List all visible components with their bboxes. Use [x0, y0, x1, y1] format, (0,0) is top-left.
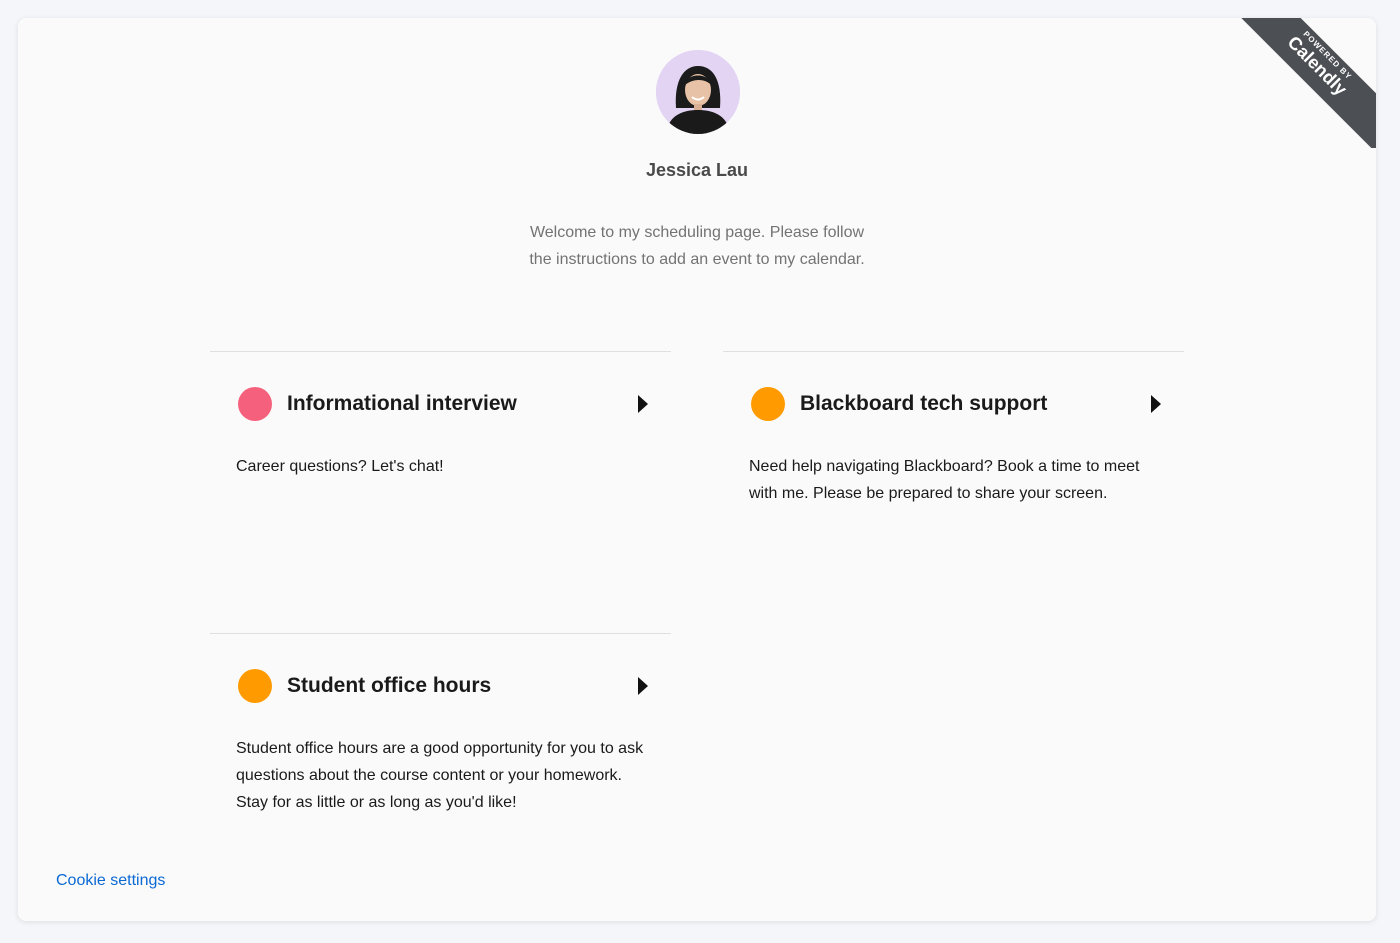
event-card-student-office-hours[interactable]: Student office hours Student office hour…: [210, 633, 671, 873]
avatar: [656, 50, 740, 134]
ribbon-band: POWERED BY Calendly: [1241, 18, 1376, 148]
powered-by-calendly-ribbon[interactable]: POWERED BY Calendly: [1241, 18, 1376, 148]
event-color-dot: [238, 387, 272, 421]
play-arrow-icon[interactable]: [1151, 395, 1161, 413]
event-header[interactable]: Student office hours: [238, 668, 648, 704]
event-title: Informational interview: [287, 392, 517, 415]
event-card-informational-interview[interactable]: Informational interview Career questions…: [210, 351, 671, 633]
event-title: Blackboard tech support: [800, 392, 1048, 415]
event-header[interactable]: Blackboard tech support: [751, 386, 1161, 422]
scheduling-card: POWERED BY Calendly Jessica Lau Welcome …: [18, 18, 1376, 921]
event-description: Student office hours are a good opportun…: [236, 740, 644, 811]
event-description: Need help navigating Blackboard? Book a …: [749, 458, 1140, 502]
avatar-portrait: [656, 50, 740, 134]
event-color-dot: [238, 669, 272, 703]
cookie-settings-link[interactable]: Cookie settings: [56, 872, 165, 890]
event-header[interactable]: Informational interview: [238, 386, 648, 422]
event-color-dot: [751, 387, 785, 421]
play-arrow-icon[interactable]: [638, 395, 648, 413]
host-name: Jessica Lau: [645, 160, 749, 180]
event-card-blackboard-tech-support[interactable]: Blackboard tech support Need help naviga…: [723, 351, 1184, 633]
event-description: Career questions? Let's chat!: [236, 458, 444, 475]
play-arrow-icon[interactable]: [638, 677, 648, 695]
welcome-message: Welcome to my scheduling page. Please fo…: [529, 224, 865, 268]
event-title: Student office hours: [287, 674, 492, 697]
